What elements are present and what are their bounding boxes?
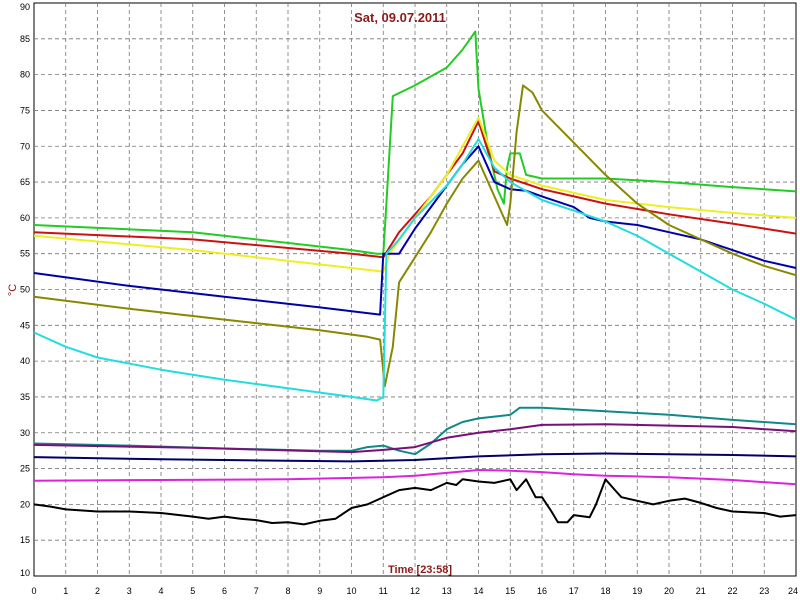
y-tick-label: 80 xyxy=(20,70,30,80)
y-tick-label: 40 xyxy=(20,356,30,366)
x-tick-label: 18 xyxy=(600,586,610,596)
x-tick-label: 19 xyxy=(632,586,642,596)
y-tick-label: 75 xyxy=(20,105,30,115)
x-tick-label: 21 xyxy=(696,586,706,596)
y-tick-label: 90 xyxy=(20,2,30,12)
x-tick-label: 0 xyxy=(31,586,36,596)
x-tick-label: 22 xyxy=(727,586,737,596)
temperature-chart: 1015202530354045505560657075808590 01234… xyxy=(7,2,798,596)
x-tick-label: 17 xyxy=(569,586,579,596)
x-tick-label: 3 xyxy=(127,586,132,596)
y-axis-ticks: 10 15 20 25 30 35 40 45 50 55 60 65 70 75 80 85 90 xyxy=(20,2,30,578)
y-tick-label: 20 xyxy=(20,499,30,509)
y-tick-label: 50 xyxy=(20,285,30,295)
x-tick-label: 1 xyxy=(63,586,68,596)
x-tick-label: 4 xyxy=(158,586,163,596)
y-tick-label: 15 xyxy=(20,535,30,545)
y-tick-label: 25 xyxy=(20,464,30,474)
y-tick-label: 30 xyxy=(20,428,30,438)
x-tick-label: 11 xyxy=(379,586,388,596)
x-tick-label: 16 xyxy=(537,586,547,596)
y-tick-label: 60 xyxy=(20,213,30,223)
y-tick-label: 70 xyxy=(20,141,30,151)
x-tick-label: 8 xyxy=(285,586,290,596)
y-tick-label: 55 xyxy=(20,249,30,259)
x-tick-label: 9 xyxy=(317,586,322,596)
x-axis-label: Time [23:58] xyxy=(388,564,452,576)
chart-title: Sat, 09.07.2011 xyxy=(354,10,446,25)
y-axis-label: °C xyxy=(7,284,19,296)
x-tick-label: 14 xyxy=(473,586,483,596)
x-tick-label: 5 xyxy=(190,586,195,596)
x-tick-label: 24 xyxy=(788,586,798,596)
x-tick-label: 23 xyxy=(759,586,769,596)
x-tick-label: 2 xyxy=(95,586,100,596)
x-tick-label: 6 xyxy=(222,586,227,596)
x-tick-label: 10 xyxy=(346,586,356,596)
x-axis-ticks: 0 1 2 3 4 5 6 7 8 9 10 11 12 13 14 15 16 17 18 19 20 21 22 23 24 xyxy=(31,586,798,596)
x-tick-label: 20 xyxy=(664,586,674,596)
y-tick-label: 35 xyxy=(20,392,30,402)
x-tick-label: 12 xyxy=(410,586,420,596)
y-tick-label: 65 xyxy=(20,177,30,187)
x-tick-label: 15 xyxy=(505,586,515,596)
y-tick-label: 45 xyxy=(20,320,30,330)
y-tick-label: 10 xyxy=(20,568,30,578)
y-tick-label: 85 xyxy=(20,34,30,44)
x-tick-label: 13 xyxy=(442,586,452,596)
x-tick-label: 7 xyxy=(254,586,259,596)
